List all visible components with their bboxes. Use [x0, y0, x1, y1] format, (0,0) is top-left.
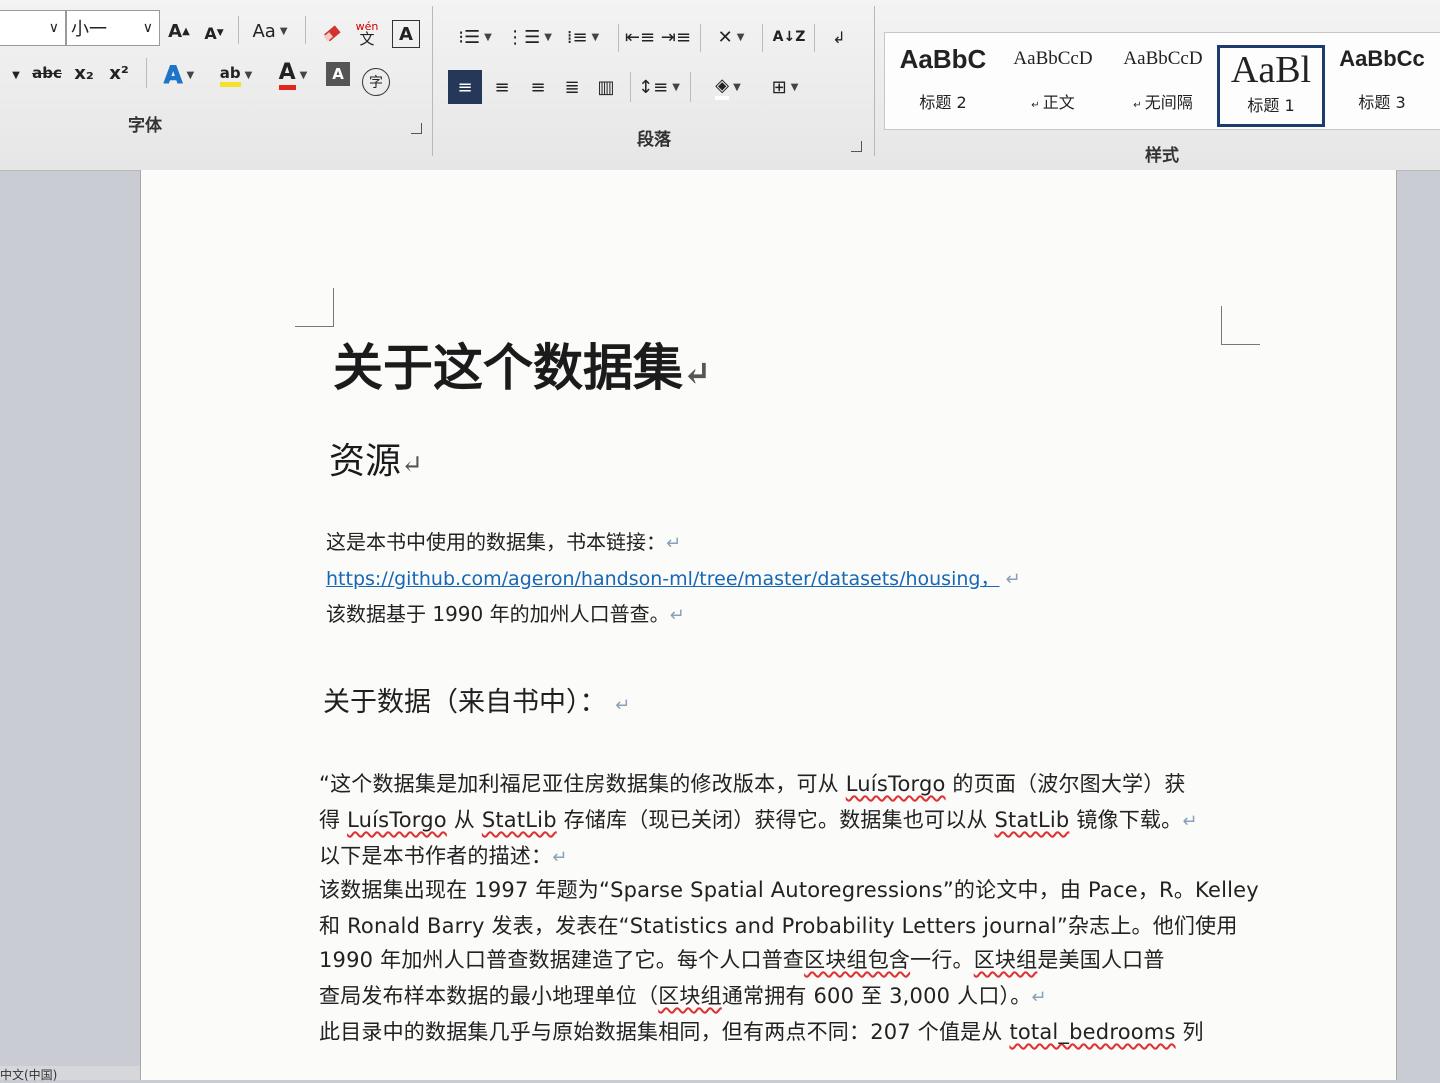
body-line-4[interactable]: 该数据集出现在 1997 年题为“Sparse Spatial Autoregr… [319, 874, 1259, 904]
decrease-indent-button[interactable]: ⇤≡ [624, 22, 656, 52]
body-line-7[interactable]: 查局发布样本数据的最小地理单位（区块组通常拥有 600 至 3,000 人口）。… [319, 980, 1047, 1010]
styles-gallery: AaBbC 标题 2 AaBbCcD ↵ 正文 AaBbCcD ↵ 无间隔 Aa… [884, 32, 1440, 130]
font-group-label: 字体 [128, 116, 162, 136]
eraser-icon [323, 25, 341, 42]
body-line-6[interactable]: 1990 年加州人口普查数据建造了它。每个人口普查区块组包含一行。区块组是美国人… [319, 944, 1165, 974]
body-line-8[interactable]: 此目录中的数据集几乎与原始数据集相同，但有两点不同：207 个值是从 total… [319, 1016, 1204, 1046]
paragraph-intro-line[interactable]: 这是本书中使用的数据集，书本链接：↵ [326, 526, 681, 555]
style-heading-2[interactable]: AaBbC 标题 2 [891, 37, 995, 125]
increase-indent-button[interactable]: ⇥≡ [660, 22, 692, 52]
margin-corner-mark-right [1221, 306, 1260, 345]
margin-corner-mark-left [295, 288, 334, 327]
paragraph-mark-icon: ↲ [832, 27, 846, 47]
superscript-button[interactable]: x² [104, 58, 134, 88]
phonetic-guide-button[interactable]: wén 文 [352, 18, 382, 48]
style-no-spacing[interactable]: AaBbCcD ↵ 无间隔 [1111, 37, 1215, 125]
status-language[interactable]: 中文(中国) [0, 1066, 140, 1082]
line-spacing-button[interactable]: ↕≡ ▼ [636, 72, 682, 102]
align-left-icon: ≡ [457, 76, 473, 98]
borders-icon: ⊞ [771, 76, 787, 98]
body-line-2[interactable]: 得 LuísTorgo 从 StatLib 存储库（现已关闭）获得它。数据集也可… [319, 804, 1198, 834]
paragraph-group: ⁝☰ ▼ ⋮☰ ▼ ⁞≡ ▼ ⇤≡ ⇥≡ ✕ ▼ A↓Z ↲ ≡ ≡ ≡ ≣ ▥ ↕≡ ▼… [436, 0, 872, 160]
change-case-button[interactable]: Aa ▼ [246, 16, 294, 46]
bullets-button[interactable]: ⁝☰ ▼ [450, 22, 500, 52]
justify-icon: ≣ [564, 76, 580, 98]
paragraph-dialog-launcher-icon[interactable] [851, 141, 862, 152]
font-name-dropdown-tail[interactable]: ∨ [0, 10, 66, 46]
decrease-indent-icon: ⇤≡ [624, 26, 656, 48]
align-center-button[interactable]: ≡ [486, 72, 518, 102]
text-effects-button[interactable]: A ▼ [156, 60, 202, 90]
book-link[interactable]: https://github.com/ageron/handson-ml/tre… [326, 564, 1021, 591]
chevron-down-icon: ∨ [48, 20, 59, 36]
font-size-dropdown[interactable]: 小一 ∨ [66, 10, 160, 46]
chevron-down-icon: ∨ [142, 20, 153, 36]
distributed-button[interactable]: ▥ [590, 72, 622, 102]
align-right-button[interactable]: ≡ [522, 72, 554, 102]
align-left-button[interactable]: ≡ [448, 70, 482, 104]
increase-indent-icon: ⇥≡ [660, 26, 692, 48]
body-line-1[interactable]: “这个数据集是加利福尼亚住房数据集的修改版本，可从 LuísTorgo 的页面（… [319, 768, 1186, 798]
paragraph-census-line[interactable]: 该数据基于 1990 年的加州人口普查。↵ [326, 598, 685, 627]
highlight-color-button[interactable]: ab ▼ [210, 60, 262, 90]
strikethrough-button[interactable]: abc [30, 58, 64, 88]
ribbon: ∨ 小一 ∨ A ▲ A ▼ Aa ▼ wén 文 A ▼ abc x₂ x² A ▼ a… [0, 0, 1440, 171]
style-heading-1[interactable]: AaBl 标题 1 [1217, 45, 1325, 127]
borders-button[interactable]: ⊞ ▼ [762, 72, 808, 102]
sort-button[interactable]: A↓Z [772, 22, 806, 52]
styles-group-label: 样式 [1145, 146, 1179, 166]
distributed-icon: ▥ [597, 76, 615, 98]
body-line-5[interactable]: 和 Ronald Barry 发表，发表在“Statistics and Pro… [319, 910, 1238, 940]
justify-button[interactable]: ≣ [556, 72, 588, 102]
numbered-list-icon: ⋮☰ [506, 26, 541, 48]
subscript-button[interactable]: x₂ [70, 58, 98, 88]
shading-button[interactable]: ◈ ▼ [704, 72, 752, 102]
font-group: ∨ 小一 ∨ A ▲ A ▼ Aa ▼ wén 文 A ▼ abc x₂ x² A ▼ a… [0, 0, 432, 160]
align-center-icon: ≡ [494, 76, 510, 98]
grow-font-button[interactable]: A ▲ [164, 16, 194, 46]
body-line-3[interactable]: 以下是本书作者的描述：↵ [319, 840, 568, 870]
character-border-button[interactable]: A [392, 20, 420, 48]
bullet-list-icon: ⁝☰ [458, 26, 481, 48]
enclose-characters-button[interactable]: 字 [362, 68, 390, 96]
numbering-button[interactable]: ⋮☰ ▼ [504, 22, 554, 52]
chinese-layout-button[interactable]: ✕ ▼ [708, 22, 754, 52]
paint-bucket-icon: ◈ [715, 75, 730, 100]
align-right-icon: ≡ [530, 76, 546, 98]
section-heading[interactable]: 资源↵ [329, 432, 423, 484]
font-dropdown-arrow[interactable]: ▼ [8, 60, 24, 90]
font-size-value: 小一 [71, 19, 107, 40]
subheading-about-data[interactable]: 关于数据（来自书中）： ↵ [323, 680, 630, 719]
multilevel-list-icon: ⁞≡ [566, 26, 588, 48]
character-shading-button[interactable]: A [326, 62, 350, 86]
document-page[interactable]: 关于这个数据集↵ 资源↵ 这是本书中使用的数据集，书本链接：↵ https://… [140, 170, 1397, 1080]
document-title[interactable]: 关于这个数据集↵ [333, 328, 712, 400]
show-hide-marks-button[interactable]: ↲ [826, 22, 852, 52]
paragraph-group-label: 段落 [637, 130, 671, 150]
shrink-font-button[interactable]: A ▼ [200, 18, 228, 48]
multilevel-list-button[interactable]: ⁞≡ ▼ [558, 22, 608, 52]
clear-formatting-button[interactable] [318, 18, 348, 48]
chinese-layout-icon: ✕ [717, 26, 733, 48]
style-heading-3[interactable]: AaBbCc 标题 3 [1327, 37, 1437, 125]
font-dialog-launcher-icon[interactable] [411, 123, 422, 134]
style-normal[interactable]: AaBbCcD ↵ 正文 [1001, 37, 1105, 125]
font-color-button[interactable]: A ▼ [270, 60, 316, 90]
line-spacing-icon: ↕≡ [638, 76, 669, 98]
